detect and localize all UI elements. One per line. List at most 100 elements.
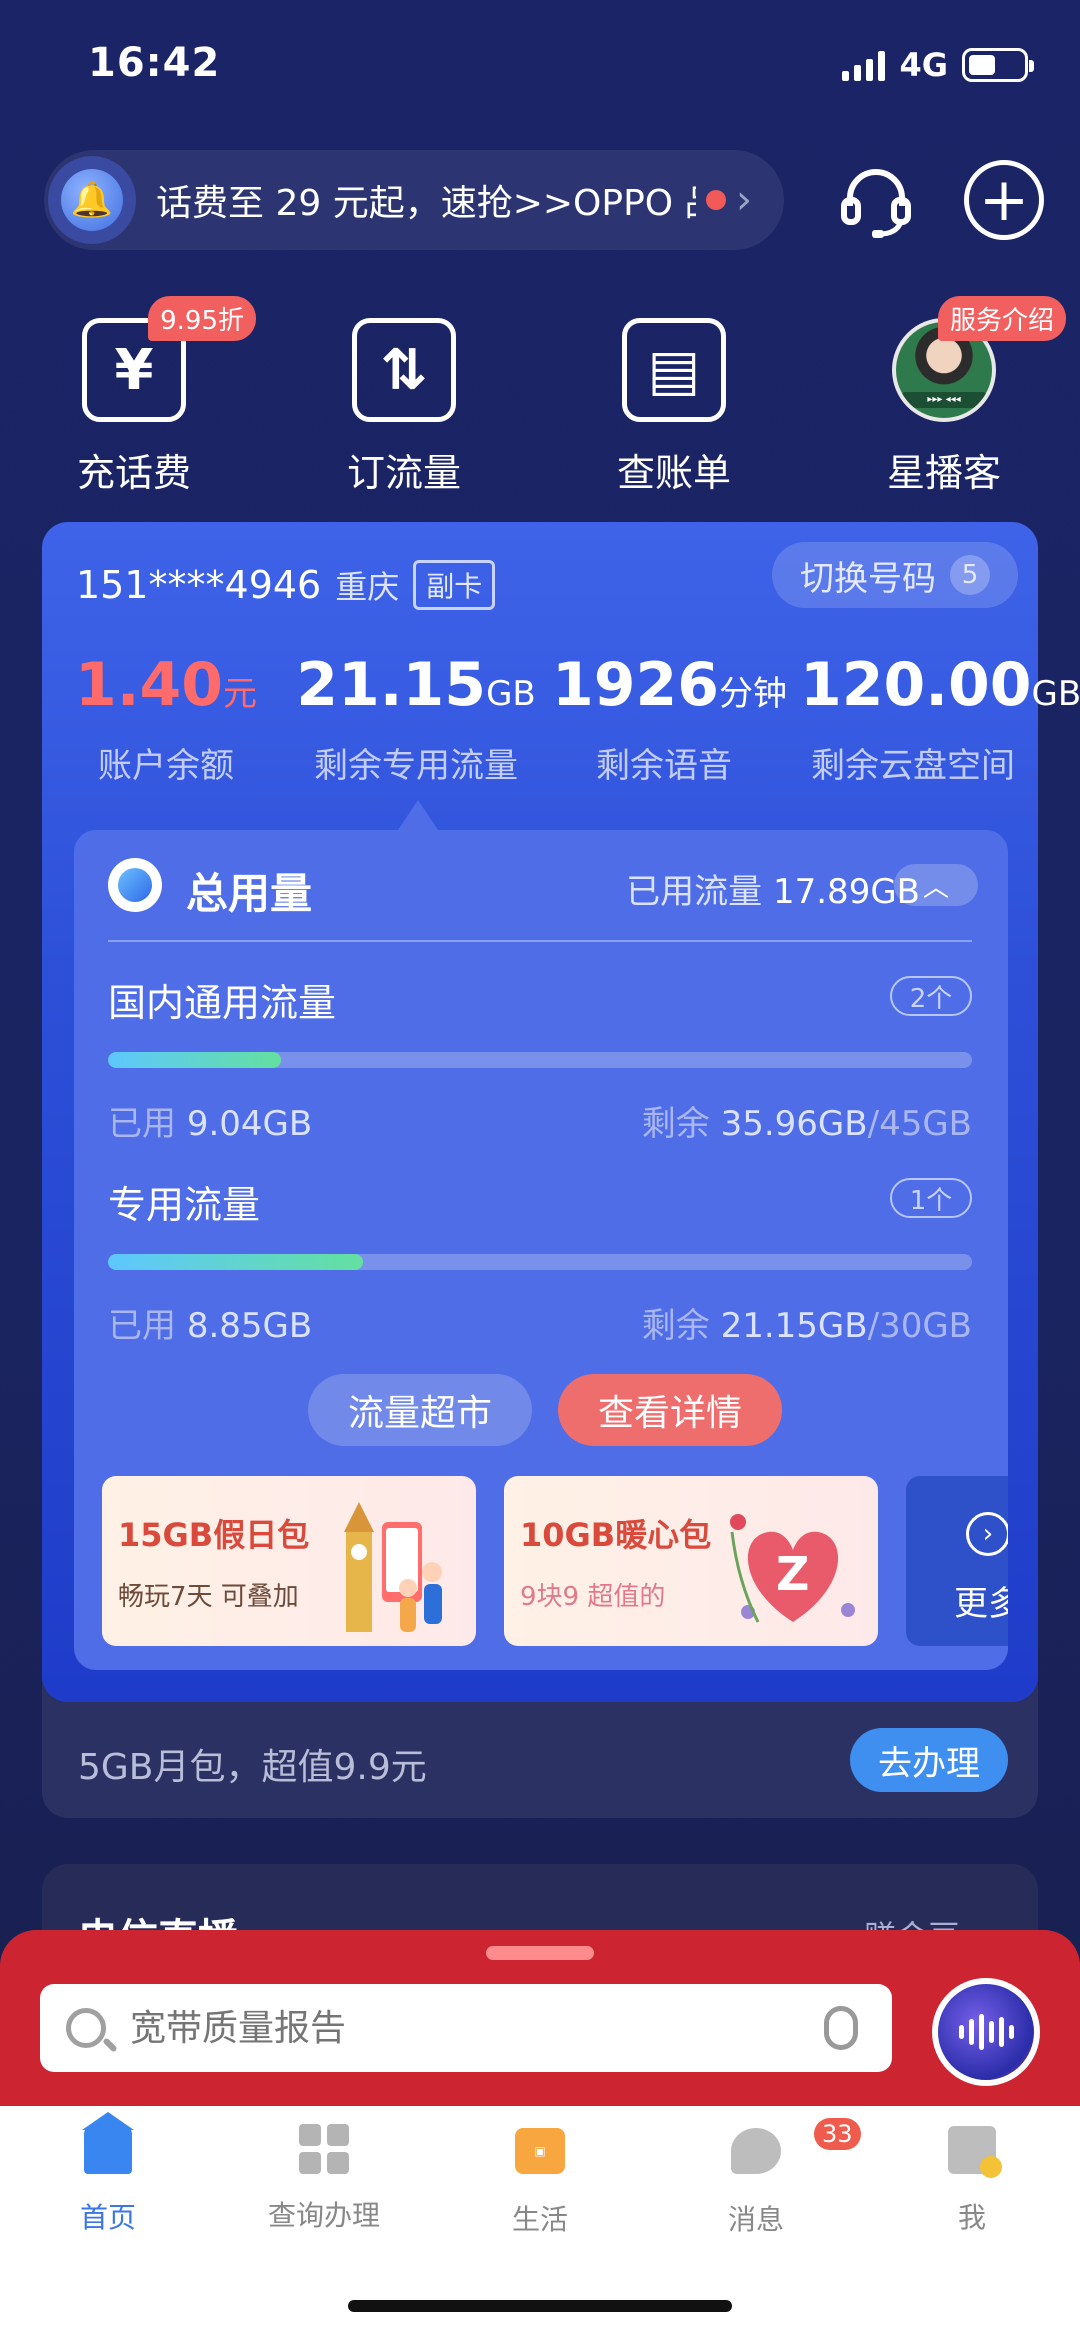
bill-icon: ▤: [622, 318, 726, 422]
tab-label: 消息: [727, 2203, 784, 2236]
quick-action-topup[interactable]: ¥ 9.95折 充话费: [34, 296, 256, 497]
quick-action-label: 查账单: [616, 451, 731, 495]
stat-cloud[interactable]: 120.00GB 剩余云盘空间: [800, 650, 1080, 787]
stat-label: 剩余语音: [596, 746, 732, 786]
tab-me[interactable]: 我: [892, 2124, 1052, 2236]
promo-subtitle: 9块9 超值的: [520, 1582, 666, 1612]
tab-messages[interactable]: 33 消息: [676, 2118, 861, 2238]
battery-icon: [962, 48, 1034, 82]
message-icon: [731, 2128, 781, 2174]
remain-value: 21.15GB: [720, 1306, 868, 1346]
sheet-drag-handle[interactable]: [486, 1946, 594, 1960]
notice-text: 话费至 29 元起，速抢>>OPPO 品: [156, 183, 696, 224]
quick-action-label: 星播客: [886, 451, 1001, 495]
grid-icon: [299, 2124, 349, 2174]
total-value: /45GB: [867, 1104, 972, 1144]
usage-chart-icon: [108, 858, 162, 912]
promo-holiday-pack[interactable]: 15GB假日包 畅玩7天 可叠加: [102, 1476, 476, 1646]
section-used: 已用 8.85GB: [108, 1298, 312, 1347]
remain-label: 剩余: [641, 1104, 710, 1144]
promo-title: 15GB假日包: [118, 1516, 310, 1554]
quick-action-bill[interactable]: ▤ 查账单: [574, 318, 774, 497]
data-market-button[interactable]: 流量超市: [308, 1374, 532, 1446]
apply-button[interactable]: 去办理: [850, 1728, 1008, 1792]
chevron-right-icon: ›: [966, 1512, 1008, 1556]
promo-more-button[interactable]: › 更多: [906, 1476, 1008, 1646]
bell-icon: 🔔: [48, 156, 136, 244]
stat-value: 120.00: [800, 650, 1032, 720]
remain-value: 35.96GB: [720, 1104, 868, 1144]
used-value: 9.04GB: [186, 1104, 313, 1144]
voice-wave-icon: [938, 1984, 1034, 2080]
view-details-button[interactable]: 查看详情: [558, 1374, 782, 1446]
tab-home[interactable]: 首页: [28, 2112, 188, 2236]
used-data-summary: 已用流量 17.89GB: [626, 864, 920, 913]
stat-unit: GB: [1031, 674, 1080, 714]
switch-number-label: 切换号码: [800, 558, 936, 599]
quick-action-podcast[interactable]: ▸▸▸ ◂◂◂ 服务介绍 星播客: [844, 296, 1066, 497]
used-value: 8.85GB: [186, 1306, 313, 1346]
used-label: 已用: [108, 1104, 176, 1144]
life-icon: ▣: [515, 2128, 565, 2174]
chevron-right-icon: ›: [736, 177, 752, 223]
progress-bar: [108, 1254, 972, 1270]
home-icon: [82, 2112, 134, 2174]
home-indicator: [348, 2300, 732, 2312]
travel-illustration: [344, 1502, 442, 1632]
discount-badge: 9.95折: [148, 296, 256, 341]
progress-bar: [108, 1052, 972, 1068]
section-count-badge[interactable]: 1个: [890, 1178, 972, 1218]
section-remaining: 剩余 21.15GB/30GB: [642, 1298, 972, 1347]
message-badge: 33: [814, 2118, 861, 2150]
tab-query[interactable]: 查询办理: [244, 2124, 404, 2234]
progress-fill: [108, 1254, 363, 1270]
remain-label: 剩余: [641, 1306, 710, 1346]
voice-assistant-button[interactable]: [932, 1978, 1040, 2086]
promo-warm-pack[interactable]: 10GB暖心包 9块9 超值的 Z: [504, 1476, 878, 1646]
stat-value: 1.40: [74, 650, 224, 720]
quick-action-label: 订流量: [346, 451, 461, 495]
used-label: 已用: [108, 1306, 176, 1346]
progress-fill: [108, 1052, 281, 1068]
stat-voice[interactable]: 1926分钟 剩余语音: [552, 650, 787, 787]
signal-icon: [842, 49, 886, 81]
add-icon[interactable]: +: [964, 160, 1044, 240]
offer-text: 5GB月包，超值9.9元: [78, 1747, 427, 1788]
stat-label: 剩余云盘空间: [811, 746, 1015, 786]
account-header: 151****4946 重庆 副卡: [76, 560, 496, 610]
headset-icon[interactable]: [836, 160, 916, 240]
search-bar[interactable]: [40, 1984, 892, 2072]
promo-title: 10GB暖心包: [520, 1516, 712, 1554]
stat-value: 21.15: [296, 650, 487, 720]
status-time: 16:42: [88, 40, 221, 86]
svg-text:Z: Z: [776, 1547, 809, 1601]
tab-label: 生活: [511, 2203, 568, 2236]
stat-special-data[interactable]: 21.15GB 剩余专用流量: [296, 650, 536, 787]
card-type-tag: 副卡: [413, 560, 496, 610]
section-count-badge[interactable]: 2个: [890, 976, 972, 1016]
search-input[interactable]: [130, 2007, 824, 2049]
promo-subtitle: 畅玩7天 可叠加: [118, 1582, 299, 1612]
stat-unit: 元: [223, 674, 258, 714]
switch-number-button[interactable]: 切换号码 5: [772, 542, 1018, 608]
stat-balance[interactable]: 1.40元 账户余额: [56, 650, 276, 787]
used-data-label: 已用流量: [626, 872, 763, 912]
network-type: 4G: [899, 46, 948, 84]
tab-label: 查询办理: [267, 2199, 380, 2232]
tab-label: 首页: [79, 2201, 136, 2234]
search-icon: [66, 2008, 106, 2048]
collapse-button[interactable]: ︿: [894, 864, 978, 906]
stat-unit: GB: [486, 674, 536, 714]
total-value: /30GB: [867, 1306, 972, 1346]
usage-title: 总用量: [186, 869, 313, 918]
quick-action-data[interactable]: ⇅ 订流量: [304, 318, 504, 497]
quick-action-label: 充话费: [76, 451, 191, 495]
tab-life[interactable]: ▣ 生活: [460, 2124, 620, 2238]
notice-bar[interactable]: 🔔 话费至 29 元起，速抢>>OPPO 品 ›: [44, 150, 784, 250]
divider: [108, 940, 972, 942]
stat-label: 账户余额: [98, 746, 234, 786]
microphone-icon[interactable]: [824, 2006, 858, 2050]
phone-number: 151****4946: [76, 563, 322, 607]
panel-pointer: [398, 800, 438, 830]
section-remaining: 剩余 35.96GB/45GB: [642, 1096, 972, 1145]
